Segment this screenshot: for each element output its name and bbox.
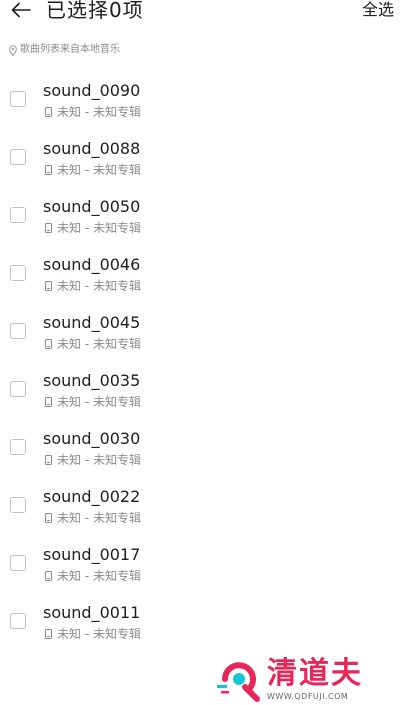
header: 已选择0项 全选: [0, 0, 400, 28]
song-item[interactable]: sound_0045 未知 - 未知专辑: [0, 302, 400, 360]
song-title: sound_0022: [43, 487, 141, 506]
phone-icon: [45, 339, 52, 349]
phone-icon: [45, 571, 52, 581]
song-title: sound_0030: [43, 429, 141, 448]
song-subtitle: 未知 - 未知专辑: [45, 279, 141, 293]
song-checkbox[interactable]: [10, 149, 26, 165]
song-item[interactable]: sound_0030 未知 - 未知专辑: [0, 418, 400, 476]
source-note-text: 歌曲列表来自本地音乐: [20, 44, 120, 55]
song-item[interactable]: sound_0088 未知 - 未知专辑: [0, 128, 400, 186]
phone-icon: [45, 629, 52, 639]
watermark: 清道夫 WWW.QDFUJI.COM: [215, 655, 395, 703]
phone-icon: [45, 455, 52, 465]
song-checkbox[interactable]: [10, 555, 26, 571]
song-subtitle: 未知 - 未知专辑: [45, 395, 141, 409]
song-subtitle: 未知 - 未知专辑: [45, 337, 141, 351]
song-artist-album: 未知 - 未知专辑: [57, 221, 141, 235]
song-list: sound_0090 未知 - 未知专辑 sound_0088 未知 - 未知专…: [0, 70, 400, 650]
phone-icon: [45, 513, 52, 523]
page-title: 已选择0项: [46, 0, 144, 22]
song-title: sound_0017: [43, 545, 141, 564]
song-artist-album: 未知 - 未知专辑: [57, 511, 141, 525]
watermark-logo-icon: [217, 662, 260, 702]
song-subtitle: 未知 - 未知专辑: [45, 105, 141, 119]
song-title: sound_0035: [43, 371, 141, 390]
phone-icon: [45, 281, 52, 291]
song-artist-album: 未知 - 未知专辑: [57, 163, 141, 177]
song-checkbox[interactable]: [10, 439, 26, 455]
back-button[interactable]: [10, 0, 32, 20]
song-checkbox[interactable]: [10, 265, 26, 281]
song-artist-album: 未知 - 未知专辑: [57, 337, 141, 351]
song-subtitle: 未知 - 未知专辑: [45, 627, 141, 641]
location-pin-icon: [9, 44, 17, 56]
song-artist-album: 未知 - 未知专辑: [57, 279, 141, 293]
song-artist-album: 未知 - 未知专辑: [57, 105, 141, 119]
song-title: sound_0011: [43, 603, 141, 622]
source-note: 歌曲列表来自本地音乐: [9, 43, 120, 57]
song-item[interactable]: sound_0090 未知 - 未知专辑: [0, 70, 400, 128]
song-checkbox[interactable]: [10, 91, 26, 107]
song-title: sound_0088: [43, 139, 141, 158]
watermark-name: 清道夫: [267, 656, 363, 691]
watermark-url: WWW.QDFUJI.COM: [267, 692, 349, 701]
select-all-button[interactable]: 全选: [362, 0, 394, 20]
phone-icon: [45, 397, 52, 407]
song-title: sound_0045: [43, 313, 141, 332]
arrow-left-icon: [11, 2, 31, 18]
phone-icon: [45, 165, 52, 175]
song-checkbox[interactable]: [10, 323, 26, 339]
song-subtitle: 未知 - 未知专辑: [45, 221, 141, 235]
song-item[interactable]: sound_0022 未知 - 未知专辑: [0, 476, 400, 534]
song-subtitle: 未知 - 未知专辑: [45, 511, 141, 525]
song-checkbox[interactable]: [10, 381, 26, 397]
song-checkbox[interactable]: [10, 207, 26, 223]
song-artist-album: 未知 - 未知专辑: [57, 569, 141, 583]
song-item[interactable]: sound_0035 未知 - 未知专辑: [0, 360, 400, 418]
screen: 已选择0项 全选 歌曲列表来自本地音乐 sound_0090 未知 - 未知专辑…: [0, 0, 400, 705]
phone-icon: [45, 223, 52, 233]
song-artist-album: 未知 - 未知专辑: [57, 395, 141, 409]
song-item[interactable]: sound_0046 未知 - 未知专辑: [0, 244, 400, 302]
song-title: sound_0050: [43, 197, 141, 216]
song-subtitle: 未知 - 未知专辑: [45, 569, 141, 583]
song-subtitle: 未知 - 未知专辑: [45, 453, 141, 467]
phone-icon: [45, 107, 52, 117]
song-item[interactable]: sound_0017 未知 - 未知专辑: [0, 534, 400, 592]
song-item[interactable]: sound_0011 未知 - 未知专辑: [0, 592, 400, 650]
song-title: sound_0046: [43, 255, 141, 274]
song-artist-album: 未知 - 未知专辑: [57, 453, 141, 467]
song-item[interactable]: sound_0050 未知 - 未知专辑: [0, 186, 400, 244]
song-artist-album: 未知 - 未知专辑: [57, 627, 141, 641]
song-title: sound_0090: [43, 81, 141, 100]
song-subtitle: 未知 - 未知专辑: [45, 163, 141, 177]
song-checkbox[interactable]: [10, 497, 26, 513]
song-checkbox[interactable]: [10, 613, 26, 629]
